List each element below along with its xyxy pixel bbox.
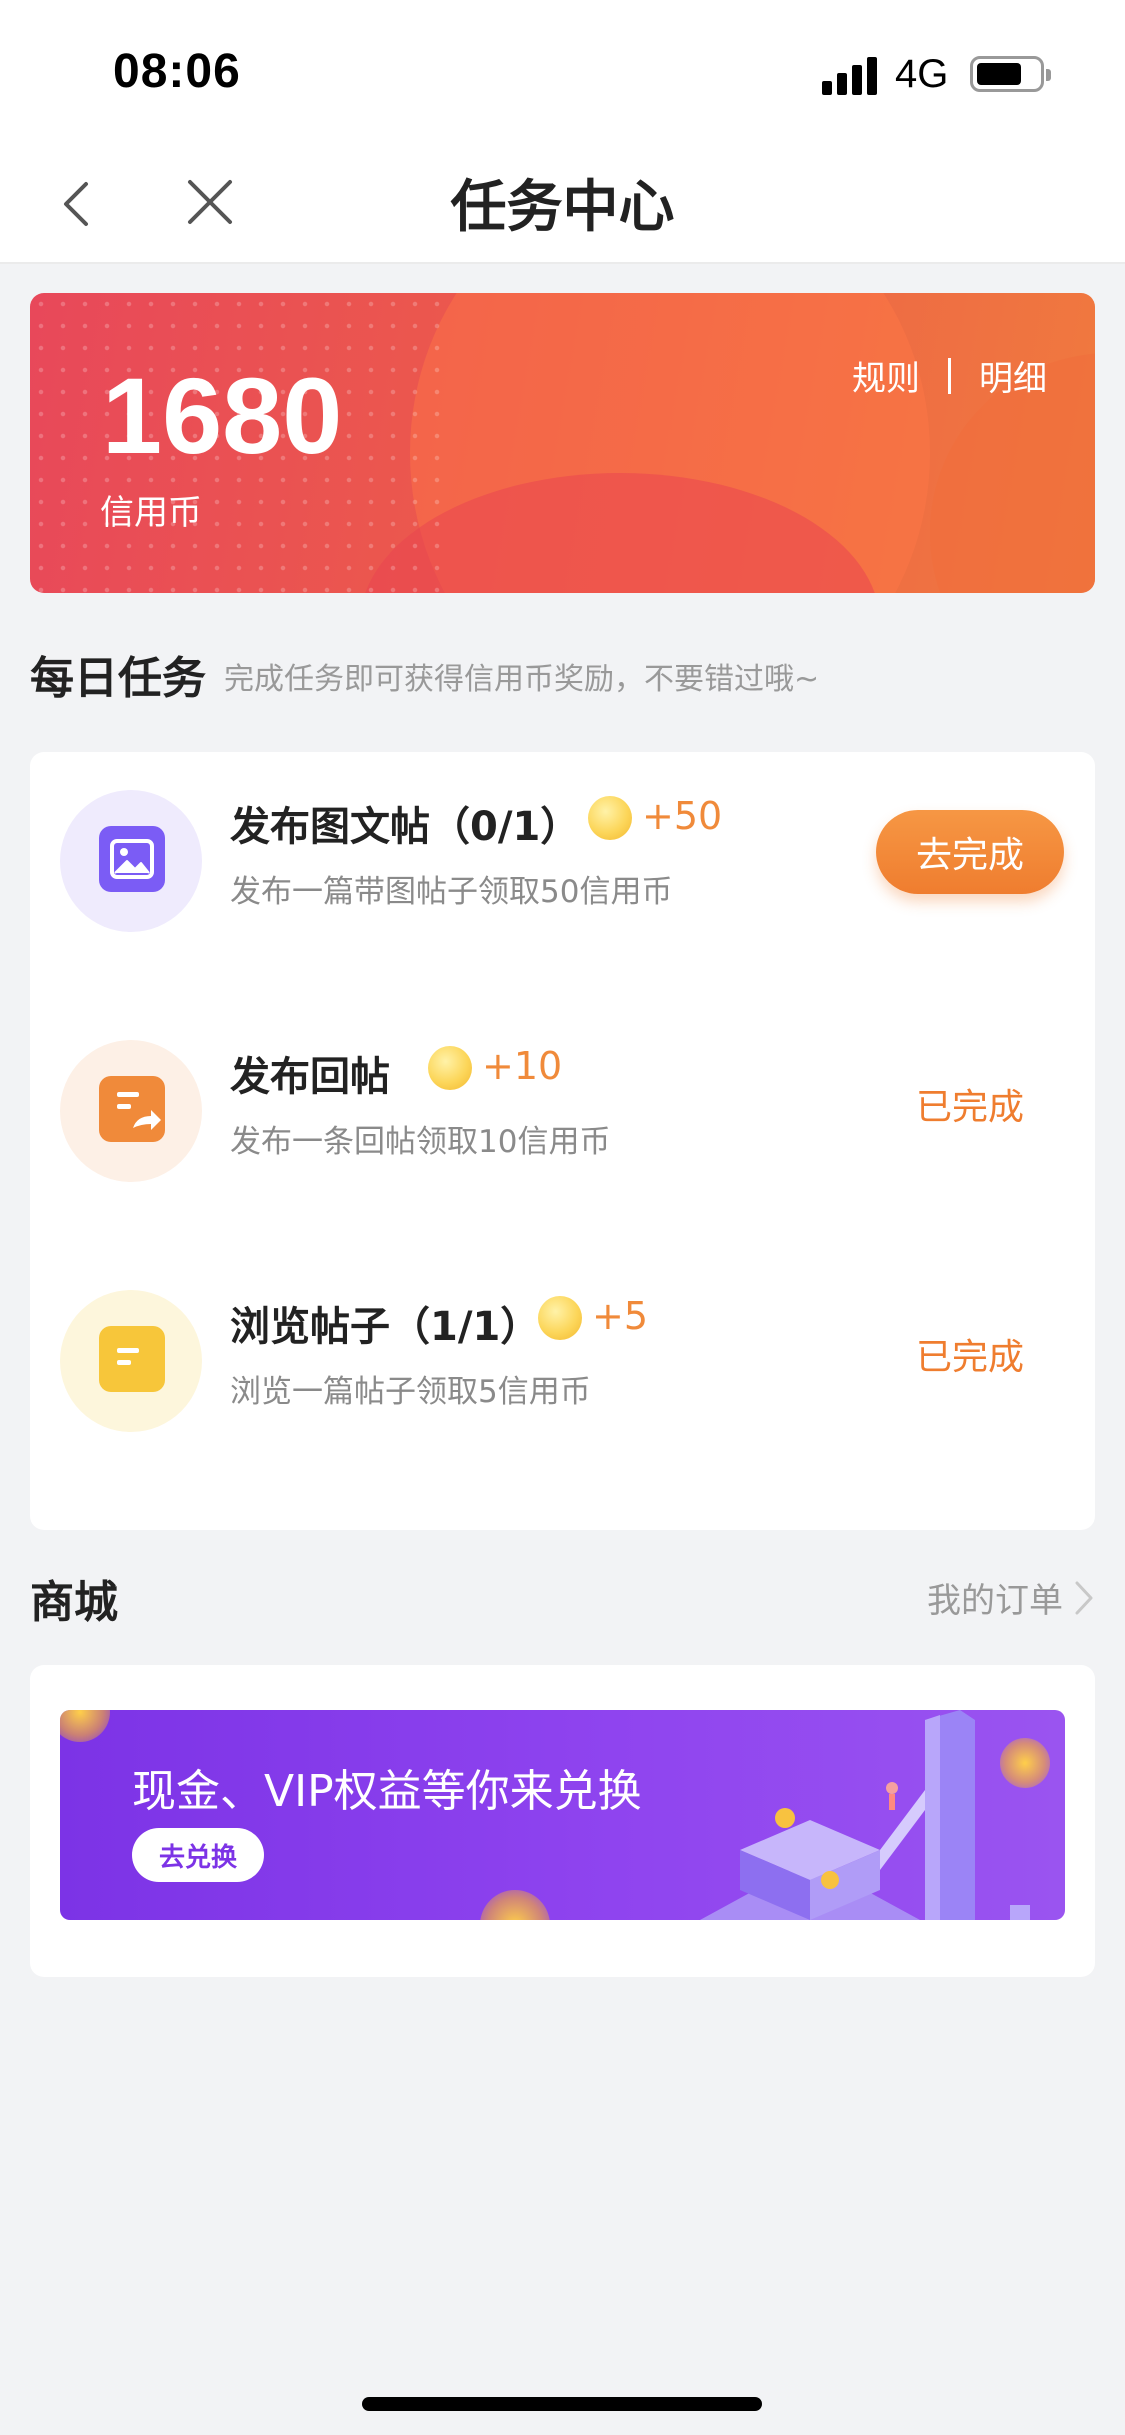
task-description: 发布一篇带图帖子领取50信用币 [230, 874, 673, 910]
task-reward: +50 [642, 794, 723, 838]
completed-status: 已完成 [916, 1337, 1025, 1378]
reply-post-icon [99, 1076, 165, 1142]
chevron-right-icon [1075, 1581, 1093, 1614]
task-reward: +5 [592, 1294, 649, 1338]
image-post-icon [99, 826, 165, 892]
go-complete-button[interactable]: 去完成 [876, 810, 1064, 894]
list-item: 浏览帖子（1/1） +5 浏览一篇帖子领取5信用币 已完成 [30, 1252, 1095, 1452]
network-type: 4G [895, 52, 949, 96]
battery-icon [970, 56, 1051, 92]
home-indicator [362, 2397, 762, 2411]
list-item: 发布回帖 +10 发布一条回帖领取10信用币 已完成 [30, 1002, 1095, 1202]
credit-amount: 1680 [102, 355, 343, 476]
task-list: 发布图文帖（0/1） +50 发布一篇带图帖子领取50信用币 去完成 发布回帖 … [30, 752, 1095, 1530]
my-orders-link[interactable]: 我的订单 [927, 1573, 1095, 1622]
daily-tasks-subtitle: 完成任务即可获得信用币奖励，不要错过哦~ [224, 662, 820, 697]
mall-title: 商城 [30, 1577, 118, 1628]
my-orders-label: 我的订单 [927, 1581, 1063, 1621]
rules-link[interactable]: 规则 [852, 351, 920, 400]
credit-banner: 1680 信用币 规则 明细 [30, 293, 1095, 593]
task-title: 发布回帖 [230, 1054, 390, 1100]
task-reward: +10 [482, 1044, 563, 1088]
task-title: 发布图文帖（0/1） [230, 804, 581, 850]
status-time: 08:06 [113, 45, 241, 98]
daily-tasks-title: 每日任务 [30, 653, 206, 704]
building-illustration [700, 1710, 1030, 1920]
coin-icon [538, 1296, 582, 1340]
exchange-button[interactable]: 去兑换 [132, 1828, 264, 1882]
mall-banner-text: 现金、VIP权益等你来兑换 [132, 1766, 642, 1817]
task-icon-container [60, 1290, 202, 1432]
task-description: 发布一条回帖领取10信用币 [230, 1124, 611, 1160]
divider [948, 357, 951, 394]
coin-icon [588, 796, 632, 840]
list-item: 发布图文帖（0/1） +50 发布一篇带图帖子领取50信用币 去完成 [30, 752, 1095, 952]
page-title: 任务中心 [450, 175, 675, 240]
banner-links: 规则 明细 [852, 351, 1047, 400]
browse-post-icon [99, 1326, 165, 1392]
mall-promo-banner[interactable]: 现金、VIP权益等你来兑换 去兑换 [60, 1710, 1065, 1920]
task-description: 浏览一篇帖子领取5信用币 [230, 1374, 591, 1410]
details-link[interactable]: 明细 [979, 351, 1047, 400]
signal-icon [822, 55, 880, 95]
nav-bar: 任务中心 [0, 140, 1125, 264]
task-icon-container [60, 1040, 202, 1182]
coin-icon [428, 1046, 472, 1090]
task-icon-container [60, 790, 202, 932]
credit-unit-label: 信用币 [100, 493, 202, 533]
mall-card: 现金、VIP权益等你来兑换 去兑换 [30, 1665, 1095, 1977]
task-title: 浏览帖子（1/1） [230, 1304, 541, 1350]
status-bar: 08:06 4G [0, 0, 1125, 140]
completed-status: 已完成 [916, 1087, 1025, 1128]
